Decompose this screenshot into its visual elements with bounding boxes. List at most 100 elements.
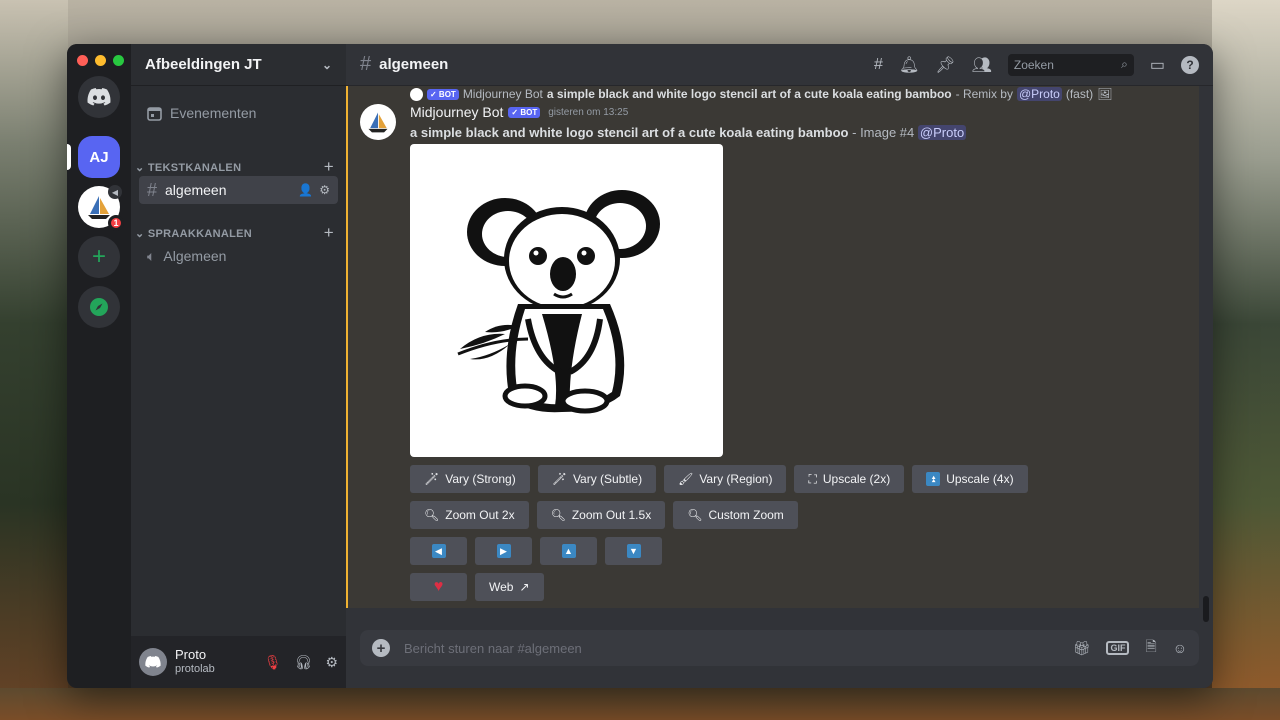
category-label: TEKSTKANALEN xyxy=(147,161,242,174)
sticker-icon[interactable]: 🗎 xyxy=(1145,636,1156,660)
koala-illustration xyxy=(457,190,660,414)
pan-up-button[interactable]: ▲ xyxy=(540,537,597,565)
close-window-button[interactable] xyxy=(77,55,88,66)
variation-buttons: 🪄︎ Vary (Strong) 🪄︎ Vary (Subtle) 🖌︎ Var… xyxy=(410,465,1028,493)
external-link-icon: ↗ xyxy=(519,580,530,594)
bot-badge: ✓ BOT xyxy=(427,88,459,100)
invite-member-icon[interactable]: 👤 xyxy=(298,183,313,197)
voice-channels-category[interactable]: ⌄ SPRAAKKANALEN + xyxy=(135,223,334,243)
chat-main: # algemeen # 🔔︎ 📌︎ 👥︎ Zoeken ⌕ ▭ ? ✓ BOT xyxy=(346,44,1213,688)
discord-window: AJ ◀ 1 + Afbeeldingen JT ⌄ Evenementen ⌄… xyxy=(67,44,1213,688)
user-names[interactable]: Proto protolab xyxy=(175,648,215,676)
help-icon[interactable]: ? xyxy=(1181,55,1199,74)
create-channel-plus-icon[interactable]: + xyxy=(324,157,334,177)
threads-icon[interactable]: # xyxy=(874,56,883,74)
text-channels-category[interactable]: ⌄ TEKSTKANALEN + xyxy=(135,157,334,177)
add-server-button[interactable]: + xyxy=(78,236,120,278)
message-list: ✓ BOT Midjourney Bot a simple black and … xyxy=(346,86,1213,608)
zoom-buttons: 🔍︎ Zoom Out 2x 🔍︎ Zoom Out 1.5x 🔍︎ Custo… xyxy=(410,501,798,529)
zoom-out-2x-button[interactable]: 🔍︎ Zoom Out 2x xyxy=(410,501,529,529)
gif-icon[interactable]: GIF xyxy=(1106,641,1130,655)
zoom-out-1-5x-button[interactable]: 🔍︎ Zoom Out 1.5x xyxy=(536,501,666,529)
zoom-window-button[interactable] xyxy=(113,55,124,66)
pan-buttons: ◀ ▶ ▲ ▼ xyxy=(410,537,662,565)
message-timestamp: gisteren om 13:25 xyxy=(548,106,629,118)
upscale-2x-button[interactable]: ⛶ Upscale (2x) xyxy=(794,465,905,493)
events-link[interactable]: Evenementen xyxy=(139,99,338,127)
microphone-muted-icon[interactable]: 🎙︎ xyxy=(264,654,282,671)
create-voice-channel-plus-icon[interactable]: + xyxy=(324,223,334,243)
minimize-window-button[interactable] xyxy=(95,55,106,66)
username: Proto xyxy=(175,647,207,662)
active-server-indicator xyxy=(67,144,71,170)
vary-subtle-button[interactable]: 🪄︎ Vary (Subtle) xyxy=(537,465,657,493)
message-mention[interactable]: @Proto xyxy=(917,125,967,140)
notification-badge: 1 xyxy=(108,215,124,231)
generated-image[interactable] xyxy=(410,144,723,457)
message-suffix: - Image #4 xyxy=(852,125,915,140)
magnifier-icon: 🔍︎ xyxy=(687,508,703,522)
button-label: Web xyxy=(489,580,514,594)
server-aj-button[interactable]: AJ xyxy=(78,136,120,178)
up-arrow-icon: ⏫︎ xyxy=(926,472,941,486)
chevron-down-icon: ⌄ xyxy=(135,227,148,240)
button-label: Upscale (2x) xyxy=(822,472,891,486)
reply-suffix: - Remix by xyxy=(955,87,1013,101)
avatar[interactable] xyxy=(360,104,396,140)
web-link-button[interactable]: Web ↗ xyxy=(475,573,544,601)
headphones-icon[interactable]: 🎧︎ xyxy=(295,654,313,671)
channel-item-algemeen[interactable]: # algemeen 👤 ⚙ xyxy=(139,176,338,204)
bell-icon[interactable]: 🔔︎ xyxy=(899,55,919,75)
heart-icon: ♥ xyxy=(433,578,444,595)
reply-author: Midjourney Bot xyxy=(462,87,543,101)
reply-mode: (fast) xyxy=(1065,87,1094,101)
custom-zoom-button[interactable]: 🔍︎ Custom Zoom xyxy=(673,501,798,529)
events-label: Evenementen xyxy=(170,105,257,121)
avatar[interactable] xyxy=(139,648,167,676)
voice-channel-algemeen[interactable]: 🔈︎ Algemeen xyxy=(139,242,338,270)
message-input[interactable] xyxy=(404,640,1059,656)
pin-icon[interactable]: 📌︎ xyxy=(935,55,955,75)
plus-icon: + xyxy=(91,243,106,270)
search-input[interactable]: Zoeken ⌕ xyxy=(1007,53,1134,76)
pan-left-button[interactable]: ◀ xyxy=(410,537,467,565)
vary-strong-button[interactable]: 🪄︎ Vary (Strong) xyxy=(410,465,530,493)
message-author[interactable]: Midjourney Bot xyxy=(410,104,503,120)
pan-down-button[interactable]: ▼ xyxy=(605,537,662,565)
upscale-4x-button[interactable]: ⏫︎ Upscale (4x) xyxy=(912,465,1028,493)
gear-icon[interactable]: ⚙ xyxy=(325,654,338,671)
scrollbar-thumb[interactable] xyxy=(1203,596,1209,622)
explore-servers-button[interactable] xyxy=(78,286,120,328)
reply-mention[interactable]: @Proto xyxy=(1016,87,1062,101)
search-icon: ⌕ xyxy=(1121,57,1128,71)
vary-region-button[interactable]: 🖌︎ Vary (Region) xyxy=(664,465,787,493)
image-icon: 🖼︎ xyxy=(1097,87,1113,101)
magnifier-icon: 🔍︎ xyxy=(550,508,566,522)
category-label: SPRAAKKANALEN xyxy=(147,227,252,240)
desktop-wallpaper-left xyxy=(0,0,68,720)
favorite-button[interactable]: ♥ xyxy=(410,573,467,601)
desktop-wallpaper-right xyxy=(1212,0,1280,720)
members-icon[interactable]: 👥︎ xyxy=(972,55,992,75)
expand-icon: ⛶ xyxy=(808,471,817,486)
arrow-up-icon: ▲ xyxy=(561,544,576,558)
reply-reference[interactable]: ✓ BOT Midjourney Bot a simple black and … xyxy=(410,86,1112,102)
gear-icon[interactable]: ⚙ xyxy=(319,183,330,197)
add-attachment-icon[interactable]: + xyxy=(372,639,390,657)
discord-home-button[interactable] xyxy=(78,76,120,118)
gift-icon[interactable]: 🎁︎ xyxy=(1073,640,1091,657)
desktop-wallpaper-bottom xyxy=(0,688,1280,720)
reply-prompt: a simple black and white logo stencil ar… xyxy=(546,87,952,101)
button-label: Zoom Out 1.5x xyxy=(571,508,652,522)
calendar-icon xyxy=(147,106,162,121)
chevron-down-icon: ⌄ xyxy=(321,57,332,72)
pan-right-button[interactable]: ▶ xyxy=(475,537,532,565)
message-prompt: a simple black and white logo stencil ar… xyxy=(410,125,849,140)
bot-badge: ✓ BOT xyxy=(508,106,541,118)
server-header[interactable]: Afbeeldingen JT ⌄ xyxy=(131,44,346,86)
midjourney-server-button[interactable]: ◀ 1 xyxy=(78,185,124,231)
speaker-icon: 🔈︎ xyxy=(147,247,156,264)
inbox-icon[interactable]: ▭ xyxy=(1150,55,1165,75)
emoji-icon[interactable]: ☺ xyxy=(1173,640,1187,656)
server-rail: AJ ◀ 1 + xyxy=(67,44,131,688)
